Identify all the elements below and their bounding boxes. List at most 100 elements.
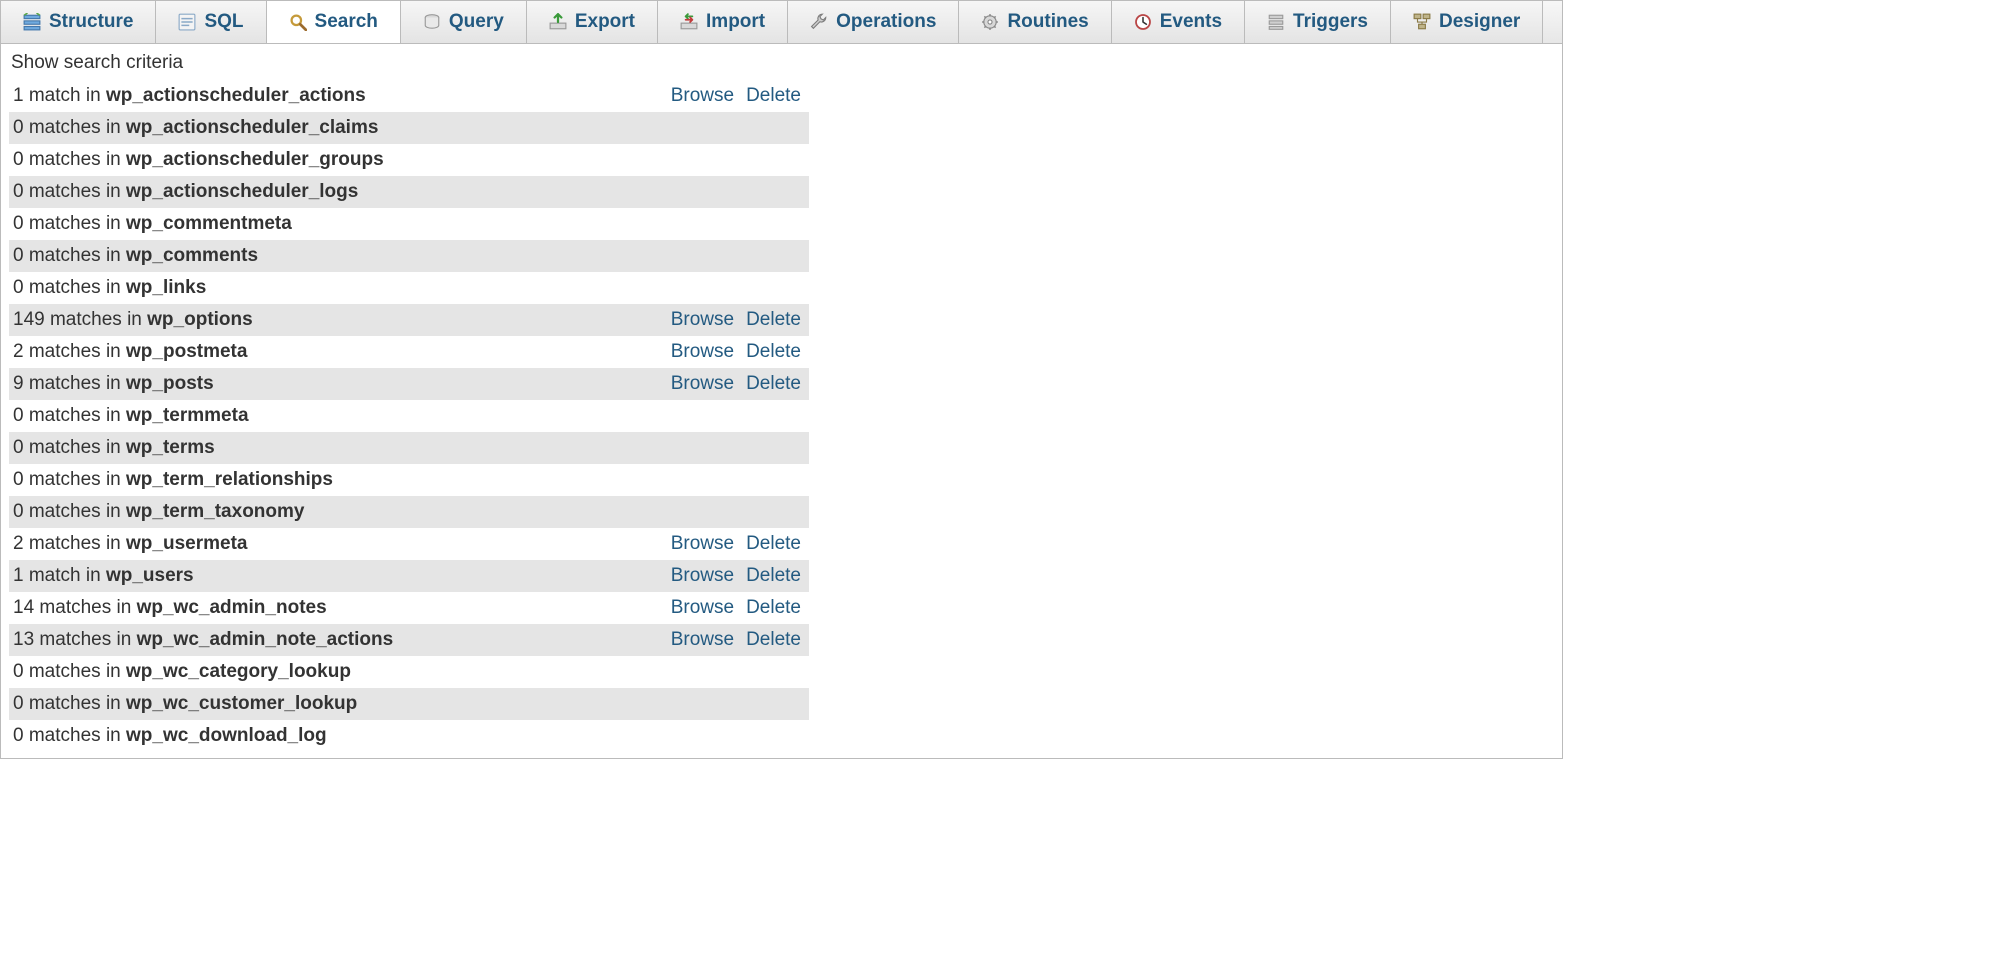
result-table-name: wp_actionscheduler_claims — [126, 117, 378, 138]
result-actions — [655, 208, 809, 240]
delete-link[interactable]: Delete — [746, 629, 801, 650]
result-count: 0 — [13, 693, 24, 714]
result-row: 0 matches in wp_actionscheduler_logs — [9, 176, 809, 208]
result-row: 14 matches in wp_wc_admin_notesBrowseDel… — [9, 592, 809, 624]
tab-label: Operations — [836, 11, 936, 33]
browse-link[interactable]: Browse — [671, 597, 734, 618]
result-table-name: wp_users — [106, 565, 194, 586]
result-row: 0 matches in wp_actionscheduler_claims — [9, 112, 809, 144]
result-text: 0 matches in wp_terms — [9, 432, 655, 464]
browse-link[interactable]: Browse — [671, 629, 734, 650]
tabbar: Structure SQL Search Query Export Import Opera… — [1, 1, 1562, 44]
result-noun: matches — [29, 437, 101, 458]
tab-import[interactable]: Import — [658, 1, 788, 43]
result-noun: matches — [29, 661, 101, 682]
delete-link[interactable]: Delete — [746, 341, 801, 362]
result-actions — [655, 688, 809, 720]
result-row: 9 matches in wp_posts Browse Delete — [9, 368, 809, 400]
result-noun: matches — [29, 149, 101, 170]
tab-structure[interactable]: Structure — [1, 1, 156, 43]
result-count: 0 — [13, 181, 24, 202]
search-icon — [289, 13, 307, 31]
show-search-criteria[interactable]: Show search criteria — [1, 44, 1562, 80]
clock-icon — [1134, 13, 1152, 31]
result-noun: matches — [29, 469, 101, 490]
result-text: 9 matches in wp_posts — [9, 368, 655, 400]
tab-triggers[interactable]: Triggers — [1245, 1, 1391, 43]
browse-link[interactable]: Browse — [671, 341, 734, 362]
browse-link[interactable]: Browse — [671, 533, 734, 554]
browse-link[interactable]: Browse — [671, 309, 734, 330]
result-count: 0 — [13, 501, 24, 522]
result-actions — [655, 176, 809, 208]
tab-events[interactable]: Events — [1112, 1, 1245, 43]
result-actions: Browse Delete — [655, 80, 809, 112]
browse-link[interactable]: Browse — [671, 373, 734, 394]
result-actions: Browse Delete — [655, 528, 809, 560]
result-actions: Browse Delete — [655, 304, 809, 336]
result-count: 0 — [13, 725, 24, 746]
result-row: 0 matches in wp_term_relationships — [9, 464, 809, 496]
result-text: 0 matches in wp_links — [9, 272, 655, 304]
result-noun: matches — [29, 277, 101, 298]
result-noun: matches — [39, 629, 111, 650]
export-icon — [549, 13, 567, 31]
result-text: 0 matches in wp_actionscheduler_logs — [9, 176, 655, 208]
result-row: 0 matches in wp_wc_category_lookup — [9, 656, 809, 688]
result-text: 2 matches in wp_postmeta — [9, 336, 655, 368]
delete-link[interactable]: Delete — [746, 309, 801, 330]
result-table-name: wp_actionscheduler_groups — [126, 149, 384, 170]
result-count: 0 — [13, 469, 24, 490]
tab-label: SQL — [204, 11, 243, 33]
result-noun: matches — [29, 341, 101, 362]
trigger-icon — [1267, 13, 1285, 31]
tab-label: Events — [1160, 11, 1222, 33]
result-row: 0 matches in wp_term_taxonomy — [9, 496, 809, 528]
result-text: 0 matches in wp_termmeta — [9, 400, 655, 432]
result-table-name: wp_posts — [126, 373, 214, 394]
tab-designer[interactable]: Designer — [1391, 1, 1543, 43]
delete-link[interactable]: Delete — [746, 597, 801, 618]
delete-link[interactable]: Delete — [746, 373, 801, 394]
browse-link[interactable]: Browse — [671, 565, 734, 586]
tab-routines[interactable]: Routines — [959, 1, 1111, 43]
tab-query[interactable]: Query — [401, 1, 527, 43]
wrench-icon — [810, 13, 828, 31]
result-count: 0 — [13, 405, 24, 426]
result-row: 0 matches in wp_wc_download_log — [9, 720, 809, 752]
result-noun: matches — [39, 597, 111, 618]
result-noun: match — [29, 565, 81, 586]
tab-label: Search — [315, 11, 378, 33]
result-noun: match — [29, 85, 81, 106]
result-table-name: wp_term_taxonomy — [126, 501, 304, 522]
tab-search[interactable]: Search — [267, 1, 401, 44]
tab-label: Triggers — [1293, 11, 1368, 33]
import-icon — [680, 13, 698, 31]
result-actions — [655, 112, 809, 144]
result-count: 2 — [13, 341, 24, 362]
result-row: 0 matches in wp_comments — [9, 240, 809, 272]
result-count: 2 — [13, 533, 24, 554]
tab-export[interactable]: Export — [527, 1, 658, 43]
result-noun: matches — [50, 309, 122, 330]
delete-link[interactable]: Delete — [746, 533, 801, 554]
result-text: 13 matches in wp_wc_admin_note_actions — [9, 624, 655, 656]
tab-label: Query — [449, 11, 504, 33]
tab-label: Import — [706, 11, 765, 33]
result-count: 0 — [13, 117, 24, 138]
result-noun: matches — [29, 533, 101, 554]
browse-link[interactable]: Browse — [671, 85, 734, 106]
result-count: 0 — [13, 213, 24, 234]
tab-operations[interactable]: Operations — [788, 1, 959, 43]
result-table-name: wp_comments — [126, 245, 258, 266]
result-row: 1 match in wp_actionscheduler_actionsBro… — [9, 80, 809, 112]
result-actions — [655, 272, 809, 304]
delete-link[interactable]: Delete — [746, 565, 801, 586]
tab-sql[interactable]: SQL — [156, 1, 266, 43]
result-count: 0 — [13, 277, 24, 298]
result-actions — [655, 432, 809, 464]
delete-link[interactable]: Delete — [746, 85, 801, 106]
result-table-name: wp_actionscheduler_actions — [106, 85, 366, 106]
structure-icon — [23, 13, 41, 31]
result-table-name: wp_commentmeta — [126, 213, 292, 234]
